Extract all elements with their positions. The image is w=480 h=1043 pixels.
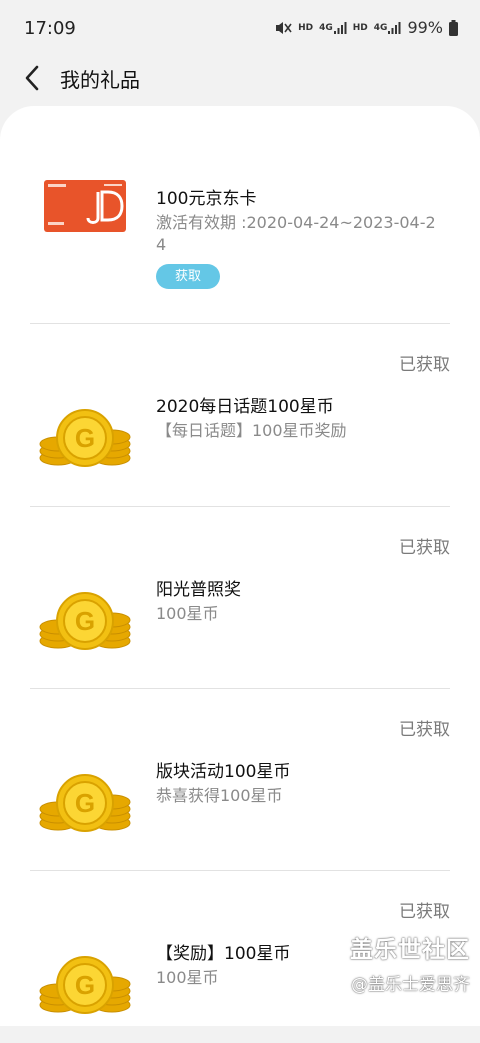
status-bar: 17:09 HD 4G HD 4G 99% (0, 0, 480, 56)
hd-label-2: HD (352, 22, 368, 33)
header: 我的礼品 (0, 56, 480, 102)
gift-item: 已获取 G 2020每日话题100星币 【每日话题】100星币奖励 (30, 324, 450, 507)
gift-desc: 100星币 (156, 604, 219, 623)
watermark-author: @盖乐士爱思齐 (351, 975, 470, 995)
coin-stack-icon: G (38, 581, 132, 675)
svg-text:G: G (75, 423, 95, 453)
page-title: 我的礼品 (60, 68, 140, 92)
claimed-status: 已获取 (399, 720, 450, 740)
claimed-status: 已获取 (399, 538, 450, 558)
status-time: 17:09 (24, 18, 76, 39)
gift-desc: 激活有效期 :2020-04-24~2023-04-24 (156, 213, 436, 254)
gift-name: 阳光普照奖 (156, 580, 241, 600)
gift-name: 版块活动100星币 (156, 762, 291, 782)
coin-stack-icon: G (38, 763, 132, 857)
network-label-2: 4G (373, 22, 388, 33)
watermark: 盖乐世社区 @盖乐士爱思齐 (350, 930, 470, 995)
claim-button[interactable]: 获取 (156, 264, 220, 289)
gift-list-card: 100元京东卡 激活有效期 :2020-04-24~2023-04-24 获取 … (0, 106, 480, 1026)
mute-icon (274, 20, 292, 36)
signal-icon-1: 4G (319, 21, 347, 35)
watermark-title: 盖乐世社区 (350, 937, 470, 963)
gift-item: 已获取 G 阳光普照奖 100星币 (30, 507, 450, 689)
status-icons: HD 4G HD 4G 99% (274, 18, 458, 37)
svg-text:G: G (75, 970, 95, 1000)
jd-card-icon (38, 158, 132, 252)
battery-icon (449, 19, 458, 36)
signal-icon-2: 4G (374, 21, 402, 35)
hd-label-1: HD (298, 22, 314, 33)
back-button[interactable] (16, 62, 48, 94)
chevron-left-icon (25, 65, 39, 91)
claimed-status: 已获取 (399, 902, 450, 922)
svg-text:G: G (75, 788, 95, 818)
coin-stack-icon: G (38, 945, 132, 1039)
network-label-1: 4G (319, 22, 333, 33)
coin-stack-icon: G (38, 398, 132, 492)
gift-name: 100元京东卡 (156, 189, 257, 209)
svg-text:G: G (75, 606, 95, 636)
claimed-status: 已获取 (399, 355, 450, 375)
gift-desc: 【每日话题】100星币奖励 (156, 421, 347, 440)
gift-item: 100元京东卡 激活有效期 :2020-04-24~2023-04-24 获取 (30, 158, 450, 324)
gift-desc: 恭喜获得100星币 (156, 786, 283, 805)
gift-name: 【奖励】100星币 (156, 944, 291, 964)
gift-name: 2020每日话题100星币 (156, 397, 334, 417)
gift-item: 已获取 G 版块活动100星币 恭喜获得100星币 (30, 689, 450, 871)
battery-percent: 99% (407, 18, 443, 37)
gift-desc: 100星币 (156, 968, 219, 987)
